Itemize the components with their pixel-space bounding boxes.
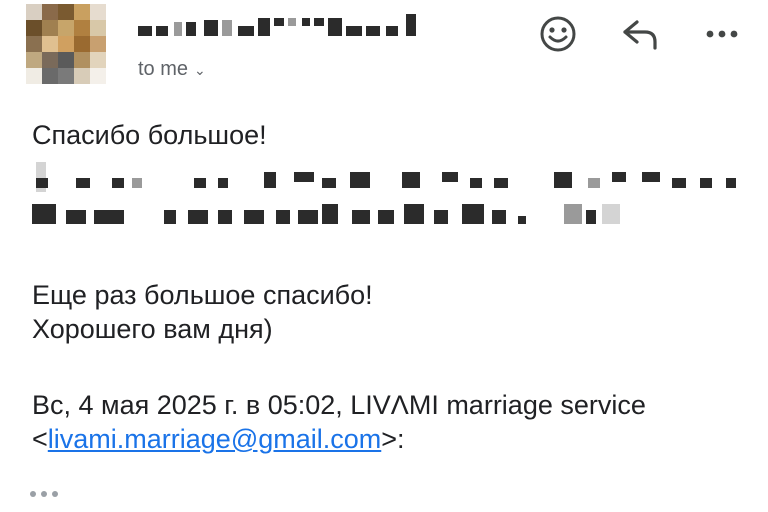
closing-text: Еще раз большое спасибо! Хорошего вам дн… [32, 278, 373, 346]
email-message: to me ⌄ Спасибо большое! Еще раз большое… [0, 0, 768, 512]
quote-suffix: >: [381, 424, 405, 454]
recipients-toggle[interactable]: to me ⌄ [138, 58, 206, 81]
closing-line-1: Еще раз большое спасибо! [32, 280, 373, 310]
sender-email-link[interactable]: livami.marriage@gmail.com [48, 424, 381, 454]
closing-line-2: Хорошего вам дня) [32, 314, 273, 344]
greeting-text: Спасибо большое! [32, 120, 267, 150]
quoted-header: Вс, 4 мая 2025 г. в 05:02, LIVΛMI marria… [32, 388, 768, 456]
dot-icon [30, 491, 36, 497]
redacted-text-block [32, 160, 742, 230]
more-horizontal-icon [706, 30, 738, 38]
more-options-button[interactable] [700, 12, 744, 56]
sender-avatar[interactable] [26, 4, 106, 84]
chevron-down-icon: ⌄ [194, 62, 206, 78]
reply-button[interactable] [618, 12, 662, 56]
smiley-icon [540, 16, 576, 52]
dot-icon [41, 491, 47, 497]
show-trimmed-content-button[interactable] [30, 484, 70, 504]
add-reaction-button[interactable] [536, 12, 580, 56]
to-me-label: to me [138, 58, 189, 80]
message-actions [536, 12, 744, 56]
dot-icon [52, 491, 58, 497]
reply-icon [623, 20, 657, 50]
